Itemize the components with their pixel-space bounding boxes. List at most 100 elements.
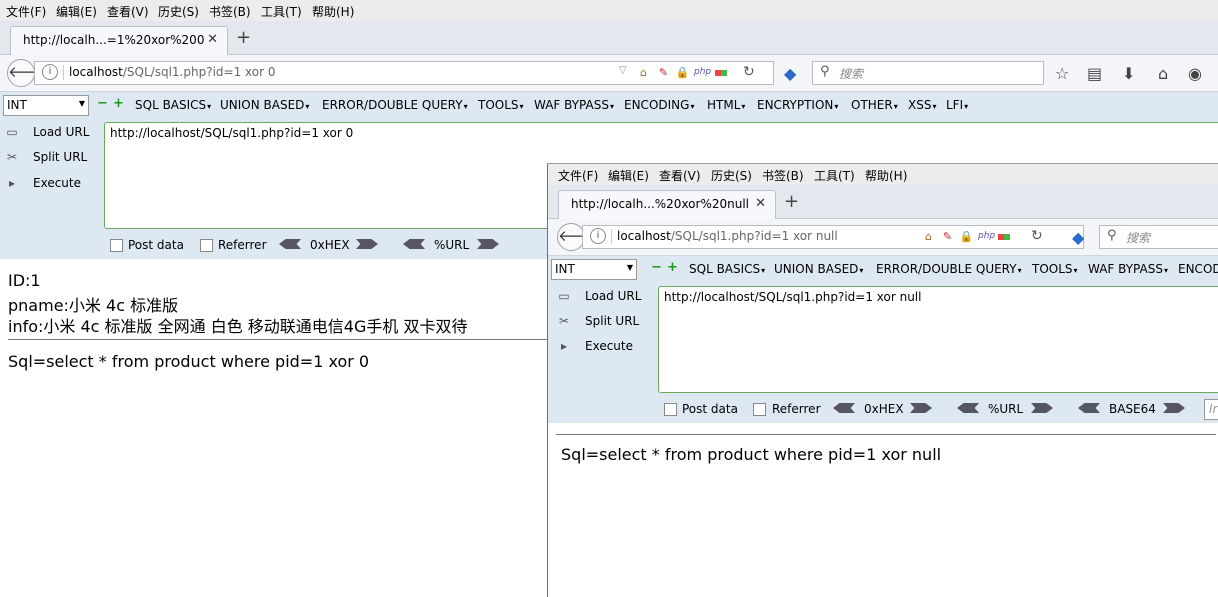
- hex-encode-arrow-icon[interactable]: [910, 403, 932, 413]
- menu-encoding[interactable]: ENCODING: [624, 98, 694, 112]
- base64-encode-arrow-icon[interactable]: [1163, 403, 1185, 413]
- menu-html[interactable]: HTML: [707, 98, 745, 112]
- type-select[interactable]: INT ▼: [3, 95, 89, 116]
- reading-list-icon[interactable]: ▤: [1087, 64, 1102, 83]
- menu-view[interactable]: 查看(V): [659, 167, 701, 184]
- menu-help[interactable]: 帮助(H): [865, 167, 907, 184]
- info-icon[interactable]: i: [42, 64, 58, 80]
- home-addon-icon[interactable]: ⌂: [636, 65, 651, 80]
- menu-error-double-query[interactable]: ERROR/DOUBLE QUERY: [322, 98, 468, 112]
- referrer-label: Referrer: [772, 402, 821, 416]
- hackbar-input-field[interactable]: Ir: [1204, 399, 1218, 420]
- menu-sql-basics[interactable]: SQL BASICS: [135, 98, 211, 112]
- menu-xss[interactable]: XSS: [908, 98, 936, 112]
- hex-decode-arrow-icon[interactable]: [833, 403, 855, 413]
- menu-help[interactable]: 帮助(H): [312, 3, 354, 20]
- php-addon-icon[interactable]: php: [694, 65, 711, 80]
- home-addon-icon[interactable]: ⌂: [921, 229, 936, 244]
- bird-addon-icon[interactable]: ◆: [784, 64, 796, 83]
- menu-other[interactable]: OTHER: [851, 98, 898, 112]
- reload-icon[interactable]: ↻: [743, 64, 755, 80]
- menu-error-double-query[interactable]: ERROR/DOUBLE QUERY: [876, 262, 1022, 276]
- split-url-button[interactable]: ✂ Split URL: [4, 150, 87, 164]
- split-url-button[interactable]: ✂ Split URL: [556, 314, 639, 328]
- tab-active[interactable]: http://localh...=1%20xor%200 ✕: [10, 26, 228, 55]
- load-url-button[interactable]: ▭ Load URL: [556, 289, 641, 303]
- url-encode-arrow-icon[interactable]: [1031, 403, 1053, 413]
- post-data-checkbox[interactable]: [110, 239, 123, 252]
- chevron-down-icon: ▼: [626, 263, 633, 272]
- search-input[interactable]: ⚲ 搜索: [1099, 225, 1218, 249]
- minus-icon[interactable]: −: [651, 261, 662, 274]
- menu-file[interactable]: 文件(F): [558, 167, 598, 184]
- bird-addon-icon[interactable]: ◆: [1072, 228, 1084, 247]
- close-icon[interactable]: ✕: [207, 32, 218, 47]
- load-url-button[interactable]: ▭ Load URL: [4, 125, 89, 139]
- menu-tools[interactable]: 工具(T): [261, 3, 302, 20]
- menu-bookmarks[interactable]: 书签(B): [762, 167, 804, 184]
- menu-tools[interactable]: TOOLS: [478, 98, 524, 112]
- menu-history[interactable]: 历史(S): [158, 3, 199, 20]
- menu-file[interactable]: 文件(F): [6, 3, 46, 20]
- execute-button[interactable]: ▸ Execute: [4, 176, 81, 190]
- type-select[interactable]: INT ▼: [551, 259, 637, 280]
- hex-encode-arrow-icon[interactable]: [356, 239, 378, 249]
- php-addon-icon[interactable]: php: [978, 229, 995, 244]
- referrer-checkbox[interactable]: [200, 239, 213, 252]
- menu-encryption[interactable]: ENCRYPTION: [757, 98, 838, 112]
- lock-addon-icon[interactable]: 🔒: [959, 229, 974, 244]
- execute-label: Execute: [585, 339, 633, 353]
- hex-decode-arrow-icon[interactable]: [279, 239, 301, 249]
- menu-sql-basics[interactable]: SQL BASICS: [689, 262, 765, 276]
- menu-bookmarks[interactable]: 书签(B): [209, 3, 251, 20]
- new-tab-plus-icon[interactable]: +: [236, 27, 251, 48]
- url-path: /SQL/sql1.php?id=1 xor null: [670, 229, 838, 243]
- close-icon[interactable]: ✕: [755, 196, 766, 211]
- menu-union-based[interactable]: UNION BASED: [774, 262, 863, 276]
- execute-button[interactable]: ▸ Execute: [556, 339, 633, 353]
- plus-icon[interactable]: +: [667, 261, 678, 274]
- dropdown-triangle-icon[interactable]: ▽: [619, 65, 627, 76]
- url-decode-arrow-icon[interactable]: [957, 403, 979, 413]
- tab-strip: http://localh...=1%20xor%200 ✕ +: [0, 21, 1218, 55]
- back-arrow-icon[interactable]: 🡐: [7, 59, 48, 87]
- url-decode-arrow-icon[interactable]: [403, 239, 425, 249]
- menu-tools[interactable]: 工具(T): [814, 167, 855, 184]
- home-icon[interactable]: ⌂: [1158, 64, 1168, 83]
- windows-addon-icon[interactable]: [996, 229, 1011, 244]
- plus-icon[interactable]: +: [113, 97, 124, 110]
- profile-icon[interactable]: ◉: [1188, 64, 1202, 83]
- menu-history[interactable]: 历史(S): [711, 167, 752, 184]
- menu-waf-bypass[interactable]: WAF BYPASS: [1088, 262, 1168, 276]
- windows-addon-icon[interactable]: [713, 65, 728, 80]
- info-icon[interactable]: i: [590, 228, 606, 244]
- menu-encoding[interactable]: ENCOD: [1178, 262, 1218, 276]
- url-bar[interactable]: i localhost/SQL/sql1.php?id=1 xor 0 ▽ ⌂ …: [34, 61, 774, 85]
- menu-waf-bypass[interactable]: WAF BYPASS: [534, 98, 614, 112]
- feather-addon-icon[interactable]: ✎: [656, 65, 671, 80]
- post-data-checkbox[interactable]: [664, 403, 677, 416]
- hackbar-url-textarea[interactable]: http://localhost/SQL/sql1.php?id=1 xor n…: [658, 286, 1218, 393]
- referrer-checkbox[interactable]: [753, 403, 766, 416]
- search-icon: ⚲: [820, 64, 830, 79]
- base64-decode-arrow-icon[interactable]: [1078, 403, 1100, 413]
- download-icon[interactable]: ⬇: [1122, 64, 1135, 83]
- search-input[interactable]: ⚲ 搜索: [812, 61, 1044, 85]
- url-encode-arrow-icon[interactable]: [477, 239, 499, 249]
- menu-tools[interactable]: TOOLS: [1032, 262, 1078, 276]
- menu-view[interactable]: 查看(V): [107, 3, 149, 20]
- reload-icon[interactable]: ↻: [1031, 228, 1043, 244]
- back-arrow-icon[interactable]: 🡐: [557, 223, 598, 251]
- lock-addon-icon[interactable]: 🔒: [675, 65, 690, 80]
- feather-addon-icon[interactable]: ✎: [940, 229, 955, 244]
- star-icon[interactable]: ☆: [1055, 64, 1069, 83]
- url-bar[interactable]: i localhost/SQL/sql1.php?id=1 xor null ⌂…: [582, 225, 1084, 249]
- new-tab-plus-icon[interactable]: +: [784, 191, 799, 212]
- tab-active[interactable]: http://localh...%20xor%20null ✕: [558, 190, 776, 219]
- menu-edit[interactable]: 编辑(E): [56, 3, 97, 20]
- hackbar-menu-row: INT ▼ − + SQL BASICS UNION BASED ERROR/D…: [548, 256, 1218, 282]
- menu-union-based[interactable]: UNION BASED: [220, 98, 309, 112]
- menu-edit[interactable]: 编辑(E): [608, 167, 649, 184]
- menu-lfi[interactable]: LFI: [946, 98, 968, 112]
- minus-icon[interactable]: −: [97, 97, 108, 110]
